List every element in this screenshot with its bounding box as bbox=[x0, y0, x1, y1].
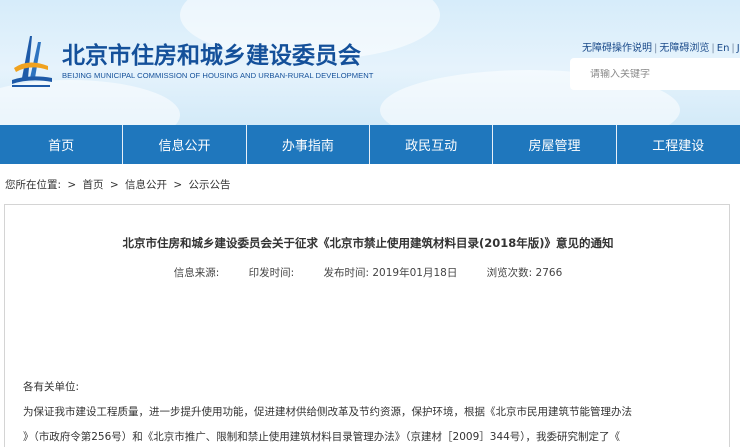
nav-item-interaction[interactable]: 政民互动 bbox=[370, 125, 494, 164]
commission-logo-icon[interactable] bbox=[8, 28, 54, 88]
utility-links: 无障碍操作说明|无障碍浏览|En|Ji bbox=[582, 39, 740, 54]
site-header: 北京市住房和城乡建设委员会 BEIJING MUNICIPAL COMMISSI… bbox=[0, 0, 740, 125]
breadcrumb-separator: > bbox=[109, 179, 119, 191]
search-input[interactable] bbox=[590, 68, 730, 80]
meta-publish-date: 发布时间: 2019年01月18日 bbox=[323, 267, 458, 279]
accessible-browse-link[interactable]: 无障碍浏览 bbox=[659, 43, 709, 54]
nav-item-housing[interactable]: 房屋管理 bbox=[493, 125, 617, 164]
meta-issue-date: 印发时间: bbox=[248, 267, 295, 279]
site-title[interactable]: 北京市住房和城乡建设委员会 bbox=[62, 36, 361, 70]
article-paragraph-line: 为保证我市建设工程质量，进一步提升使用功能，促进建材供给侧改革及节约资源，保护环… bbox=[23, 406, 632, 418]
article-paragraph-line: 》（市政府令第256号）和《北京市推广、限制和禁止使用建筑材料目录管理办法》（京… bbox=[23, 431, 621, 443]
main-nav: 首页 信息公开 办事指南 政民互动 房屋管理 工程建设 bbox=[0, 125, 740, 164]
article-greeting: 各有关单位: bbox=[23, 381, 80, 393]
breadcrumb-separator: > bbox=[173, 179, 183, 191]
divider: | bbox=[654, 43, 658, 54]
divider: | bbox=[711, 43, 715, 54]
search-box bbox=[570, 58, 740, 90]
article-panel: 北京市住房和城乡建设委员会关于征求《北京市禁止使用建筑材料目录(2018年版)》… bbox=[4, 204, 730, 447]
article-body: 各有关单位: 为保证我市建设工程质量，进一步提升使用功能，促进建材供给侧改革及节… bbox=[23, 375, 723, 447]
breadcrumb-announcements[interactable]: 公示公告 bbox=[189, 179, 231, 191]
meta-view-count: 浏览次数: 2766 bbox=[486, 267, 563, 279]
accessibility-help-link[interactable]: 无障碍操作说明 bbox=[582, 43, 652, 54]
article-title: 北京市住房和城乡建设委员会关于征求《北京市禁止使用建筑材料目录(2018年版)》… bbox=[122, 236, 614, 250]
breadcrumb: 您所在位置: > 首页 > 信息公开 > 公示公告 bbox=[5, 177, 231, 192]
meta-source: 信息来源: bbox=[173, 267, 220, 279]
divider: | bbox=[731, 43, 735, 54]
english-link[interactable]: En bbox=[717, 43, 730, 54]
nav-item-engineering[interactable]: 工程建设 bbox=[617, 125, 740, 164]
article-meta: 信息来源: 印发时间: 发布时间: 2019年01月18日 浏览次数: 2766 bbox=[5, 265, 731, 280]
breadcrumb-separator: > bbox=[67, 179, 77, 191]
breadcrumb-home[interactable]: 首页 bbox=[83, 179, 104, 191]
breadcrumb-info-disclosure[interactable]: 信息公开 bbox=[125, 179, 167, 191]
nav-item-info-disclosure[interactable]: 信息公开 bbox=[123, 125, 247, 164]
nav-item-service-guide[interactable]: 办事指南 bbox=[247, 125, 370, 164]
site-subtitle: BEIJING MUNICIPAL COMMISSION OF HOUSING … bbox=[62, 71, 374, 80]
breadcrumb-prefix: 您所在位置: bbox=[5, 179, 62, 191]
nav-item-home[interactable]: 首页 bbox=[0, 125, 124, 164]
